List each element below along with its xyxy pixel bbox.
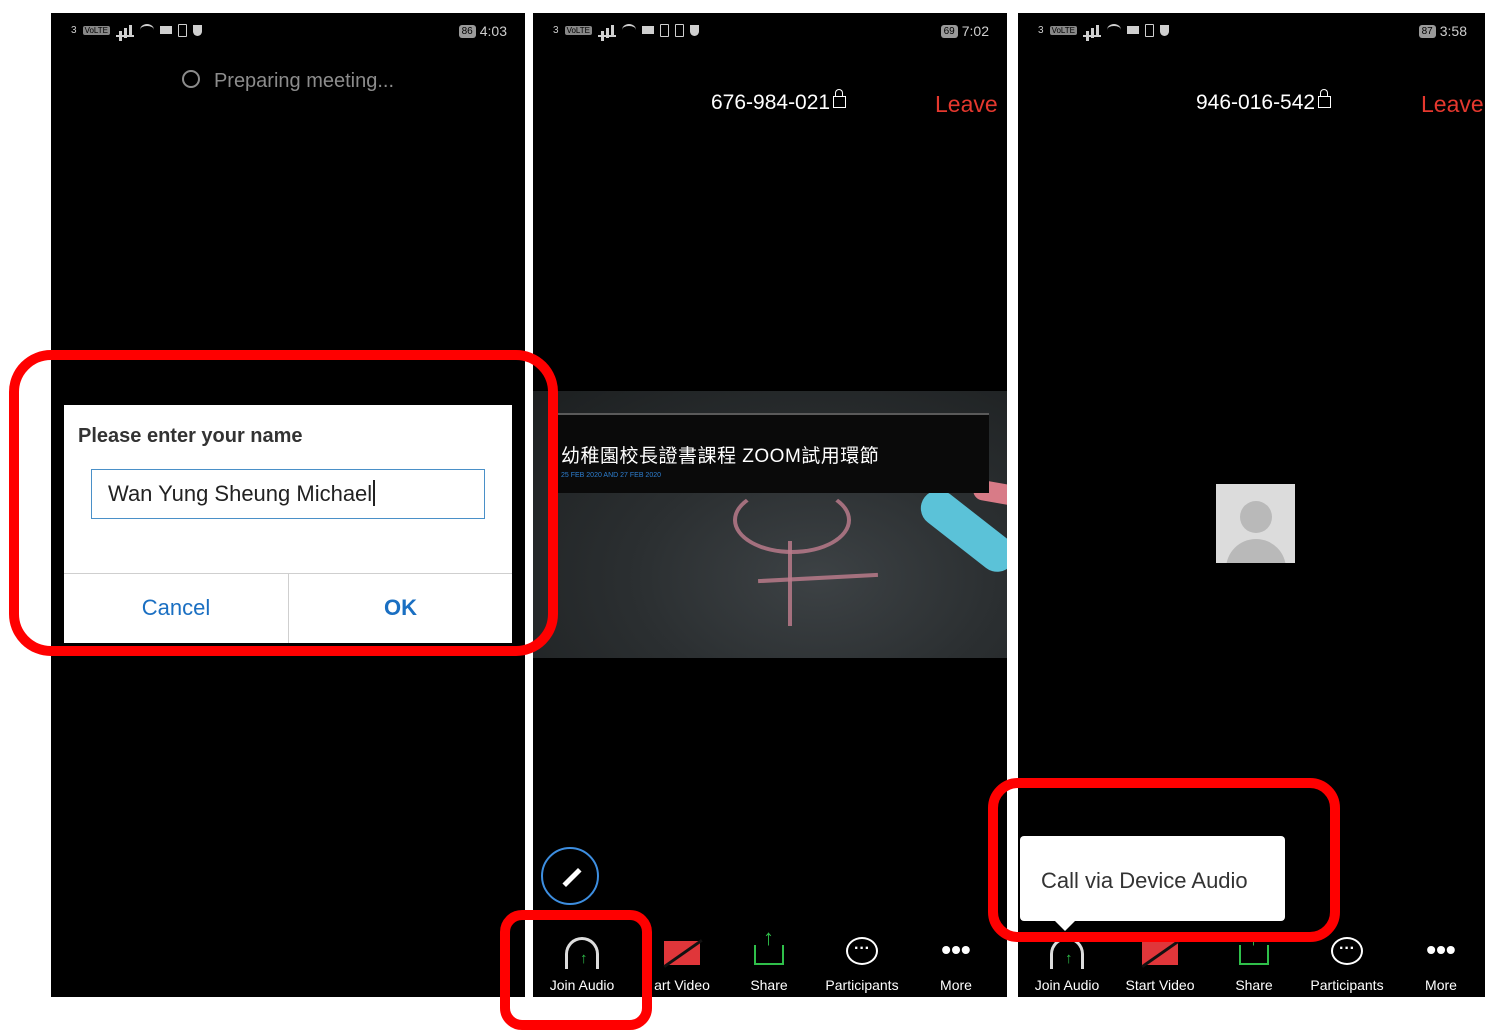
volte-icon: VoLTE [1049, 25, 1077, 35]
highlight-join-audio [500, 910, 652, 1030]
avatar [1216, 484, 1295, 563]
battery-level: 87 [1418, 24, 1436, 38]
network-indicator: 3 [71, 24, 77, 36]
meeting-id[interactable]: 676-984-021 [711, 89, 847, 115]
loading-spinner-icon [181, 70, 200, 88]
more-icon: ••• [941, 934, 971, 965]
shared-screen: 幼稚園校長證書課程 ZOOM試用環節 25 FEB 2020 AND 27 FE… [533, 391, 1007, 658]
video-off-icon [1142, 941, 1178, 965]
shield-icon [192, 24, 202, 36]
chalk-drawing [757, 572, 879, 584]
camera-icon [1126, 26, 1139, 34]
meeting-id-text: 946-016-542 [1196, 91, 1316, 114]
shared-banner: 幼稚園校長證書課程 ZOOM試用環節 25 FEB 2020 AND 27 FE… [553, 413, 989, 493]
wifi-icon [1106, 24, 1121, 36]
lock-icon [1318, 89, 1332, 108]
meeting-id-text: 676-984-021 [711, 91, 831, 114]
chalk-drawing [788, 541, 792, 626]
clock: 3:58 [1439, 23, 1467, 39]
camera-icon [641, 26, 654, 34]
volte-icon: VoLTE [82, 25, 110, 35]
share-label: Share [1235, 977, 1273, 993]
wifi-icon [139, 24, 154, 36]
more-label: More [940, 977, 972, 993]
annotate-button[interactable] [541, 847, 599, 905]
clock: 4:03 [479, 23, 507, 39]
status-bar: 3 VoLTE 86 4:03 [51, 13, 525, 49]
highlight-name-dialog [9, 350, 558, 656]
status-bar: 3 VoLTE 87 3:58 [1018, 13, 1485, 49]
battery-saver-icon [674, 23, 684, 37]
battery-saver-icon [177, 23, 187, 37]
more-button[interactable]: ••• More [1394, 931, 1485, 997]
share-icon [1239, 925, 1269, 965]
network-indicator: 3 [1038, 24, 1044, 36]
preparing-text: Preparing meeting... [213, 70, 395, 92]
avatar-head [1240, 501, 1272, 533]
battery-level: 69 [940, 24, 958, 38]
calendar-icon [659, 23, 669, 37]
shared-title: 幼稚園校長證書課程 ZOOM試用環節 [561, 446, 880, 467]
chalk-drawing [733, 486, 851, 554]
battery-level: 86 [458, 24, 476, 38]
signal-icon [597, 23, 616, 37]
clock: 7:02 [961, 23, 989, 39]
participants-button[interactable]: Participants [815, 931, 909, 997]
participants-label: Participants [825, 977, 899, 993]
camera-icon [159, 26, 172, 34]
more-label: More [1425, 977, 1457, 993]
network-indicator: 3 [553, 24, 559, 36]
leave-button[interactable]: Leave [935, 91, 998, 118]
share-icon [754, 925, 784, 965]
shared-date: 25 FEB 2020 AND 27 FEB 2020 [561, 472, 662, 479]
highlight-device-audio [988, 778, 1340, 942]
share-button[interactable]: Share [722, 925, 816, 997]
volte-icon: VoLTE [564, 25, 592, 35]
participants-label: Participants [1310, 977, 1384, 993]
start-video-label: Start Video [1125, 977, 1195, 993]
screen-meeting-shared: 3 VoLTE 69 7:02 676-984-021 Leave 幼稚園校長證… [533, 13, 1007, 997]
avatar-body [1226, 539, 1286, 563]
participants-icon [1331, 937, 1363, 965]
wifi-icon [621, 24, 636, 36]
signal-icon [1082, 23, 1101, 37]
leave-button[interactable]: Leave [1421, 91, 1484, 118]
meeting-id[interactable]: 946-016-542 [1196, 89, 1332, 115]
more-button[interactable]: ••• More [909, 931, 1003, 997]
shield-icon [689, 24, 699, 36]
shield-icon [1159, 24, 1169, 36]
preparing-status: Preparing meeting... [51, 70, 525, 93]
share-label: Share [750, 977, 788, 993]
pencil-icon [562, 867, 582, 888]
video-off-icon [664, 941, 700, 965]
lock-icon [833, 89, 847, 108]
status-bar: 3 VoLTE 69 7:02 [533, 13, 1007, 49]
join-audio-label: Join Audio [1034, 977, 1100, 993]
participants-icon [846, 937, 878, 965]
more-icon: ••• [1426, 934, 1456, 965]
signal-icon [115, 23, 134, 37]
battery-saver-icon [1144, 23, 1154, 37]
